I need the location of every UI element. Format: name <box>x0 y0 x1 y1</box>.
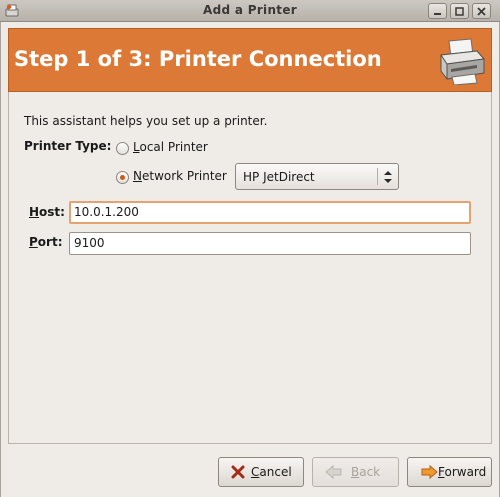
minimize-icon <box>434 13 441 15</box>
local-printer-label[interactable]: Local Printer <box>133 140 208 154</box>
maximize-icon <box>455 7 464 16</box>
printer-type-label: Printer Type: <box>24 139 112 153</box>
title-bar[interactable]: Add a Printer <box>0 0 500 22</box>
network-printer-label-text: etwork Printer <box>141 169 227 183</box>
network-printer-label[interactable]: Network Printer <box>133 169 227 183</box>
port-label: Port: <box>29 235 63 249</box>
back-label: Back <box>351 465 380 479</box>
x-icon <box>231 464 245 483</box>
printer-icon <box>437 37 487 88</box>
cancel-button[interactable]: Cancel <box>218 457 304 487</box>
intro-text: This assistant helps you set up a printe… <box>24 114 268 128</box>
local-printer-radio[interactable] <box>116 142 129 155</box>
close-button[interactable] <box>472 3 491 19</box>
back-mnemonic: B <box>351 465 360 479</box>
port-mnemonic: P <box>29 235 38 249</box>
combo-separator <box>377 168 378 185</box>
port-input[interactable]: 9100 <box>69 232 471 255</box>
host-label-text: ost: <box>39 205 65 219</box>
step-heading: Step 1 of 3: Printer Connection <box>14 47 382 71</box>
maximize-button[interactable] <box>450 3 469 19</box>
network-printer-radio[interactable] <box>116 171 129 184</box>
forward-button[interactable]: Forward <box>407 457 492 487</box>
network-printer-mnemonic: N <box>133 169 142 183</box>
window-title: Add a Printer <box>203 3 297 17</box>
arrow-left-icon <box>325 464 343 483</box>
host-input[interactable]: 10.0.1.200 <box>69 201 471 224</box>
network-type-value: HP JetDirect <box>243 170 315 184</box>
forward-label-text: orward <box>444 465 487 479</box>
header-banner: Step 1 of 3: Printer Connection <box>8 28 492 92</box>
cancel-label: Cancel <box>251 465 292 479</box>
forward-label: Forward <box>438 465 486 479</box>
port-label-text: ort: <box>37 235 63 249</box>
host-mnemonic: H <box>29 205 40 219</box>
back-label-text: ack <box>359 465 381 479</box>
local-printer-label-text: ocal Printer <box>139 140 208 154</box>
network-type-combo[interactable]: HP JetDirect <box>235 163 399 190</box>
cancel-label-text: ancel <box>259 465 292 479</box>
back-button[interactable]: Back <box>312 457 399 487</box>
minimize-button[interactable] <box>428 3 447 19</box>
up-down-arrows-icon <box>382 168 394 189</box>
arrow-right-icon <box>420 464 438 483</box>
close-icon <box>477 7 486 16</box>
host-label: Host: <box>29 205 65 219</box>
